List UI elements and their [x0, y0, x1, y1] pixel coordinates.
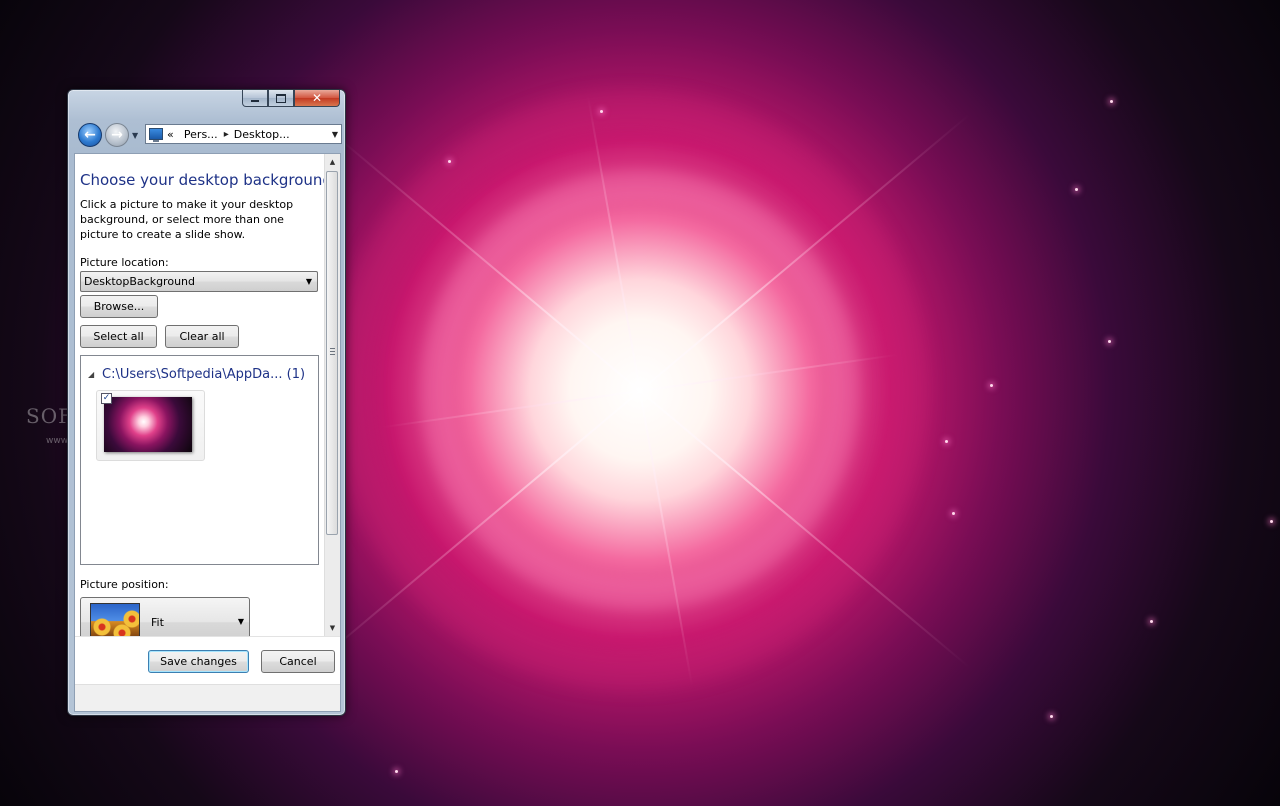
desktop-background-window: ✕ ← → ▼ « Pers... ▸ Desktop... ▼ Choose …	[67, 89, 346, 716]
forward-button[interactable]: →	[105, 123, 129, 147]
scroll-up-icon[interactable]: ▲	[325, 154, 340, 170]
picture-thumbnail[interactable]: ✓	[96, 390, 205, 461]
picture-position-label: Picture position:	[80, 578, 169, 591]
control-panel-icon	[149, 128, 163, 142]
picture-checkbox[interactable]: ✓	[101, 393, 112, 404]
minimize-icon	[251, 99, 259, 102]
vertical-scrollbar[interactable]: ▲ ▼	[324, 154, 340, 636]
close-icon: ✕	[311, 91, 323, 105]
address-bar[interactable]: « Pers... ▸ Desktop... ▼	[145, 124, 342, 144]
scroll-down-icon[interactable]: ▼	[325, 620, 340, 636]
star	[952, 512, 955, 515]
breadcrumb-personalization[interactable]: Pers...	[184, 128, 218, 141]
position-preview-image	[90, 603, 140, 636]
page-title: Choose your desktop background	[80, 171, 325, 189]
star	[1270, 520, 1273, 523]
picture-group-header[interactable]: C:\Users\Softpedia\AppDa... (1)	[102, 367, 305, 382]
browse-button[interactable]: Browse...	[80, 295, 158, 318]
star	[990, 384, 993, 387]
scrollbar-thumb[interactable]	[326, 171, 338, 535]
chevron-down-icon: ▼	[305, 277, 312, 286]
clear-all-button[interactable]: Clear all	[165, 325, 239, 348]
chevron-down-icon: ▼	[237, 617, 244, 626]
picture-position-select[interactable]: Fit ▼	[80, 597, 250, 636]
close-button[interactable]: ✕	[294, 90, 340, 107]
collapse-group-icon[interactable]: ◢	[88, 370, 94, 379]
star	[1108, 340, 1111, 343]
status-strip	[75, 684, 340, 711]
maximize-button[interactable]	[268, 90, 294, 107]
picture-list[interactable]: ◢ C:\Users\Softpedia\AppDa... (1) ✓	[80, 355, 319, 565]
star	[1110, 100, 1113, 103]
star	[1050, 715, 1053, 718]
picture-position-value: Fit	[151, 616, 164, 629]
star	[600, 110, 603, 113]
picture-location-select[interactable]: DesktopBackground ▼	[80, 271, 318, 292]
star	[1150, 620, 1153, 623]
breadcrumb-separator-icon[interactable]: ▸	[224, 129, 229, 140]
star	[448, 160, 451, 163]
select-all-button[interactable]: Select all	[80, 325, 157, 348]
client-area: Choose your desktop background Click a p…	[74, 153, 341, 712]
save-changes-button[interactable]: Save changes	[148, 650, 249, 673]
grip-icon	[330, 348, 335, 355]
minimize-button[interactable]	[242, 90, 268, 107]
cancel-button[interactable]: Cancel	[261, 650, 335, 673]
caption-buttons: ✕	[242, 90, 340, 107]
back-button[interactable]: ←	[78, 123, 102, 147]
footer-divider	[75, 636, 340, 637]
star	[1075, 188, 1078, 191]
nebula-thumbnail-image	[104, 397, 192, 452]
picture-location-label: Picture location:	[80, 256, 169, 269]
star	[395, 770, 398, 773]
back-arrow-icon: ←	[84, 127, 96, 143]
address-dropdown-icon[interactable]: ▼	[332, 130, 338, 139]
breadcrumb-desktop-background[interactable]: Desktop...	[234, 128, 290, 141]
picture-location-value: DesktopBackground	[84, 275, 195, 288]
instruction-text: Click a picture to make it your desktop …	[80, 198, 294, 241]
recent-pages-dropdown-icon[interactable]: ▼	[132, 131, 138, 140]
maximize-icon	[276, 93, 286, 103]
breadcrumb-overflow[interactable]: «	[167, 128, 174, 141]
star	[945, 440, 948, 443]
forward-arrow-icon: →	[111, 127, 123, 143]
scroll-content: Choose your desktop background Click a p…	[75, 154, 325, 636]
